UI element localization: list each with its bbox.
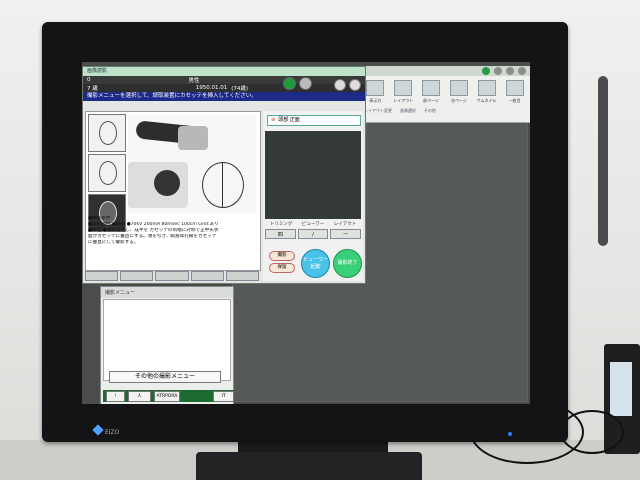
toolbar-header — [360, 66, 530, 76]
screen: 表示方 レイアウト 前ページ 次ページ サムネイル 一枚目 レイアウト変更 画像… — [82, 62, 530, 404]
tab-viewer[interactable]: ビューワー — [302, 221, 325, 227]
exam-dialog: 画像読影 0 男性 7 歳 1950.01.01 (74歳) 撮影メニューを選択… — [82, 66, 366, 284]
main-toolbar: 表示方 レイアウト 前ページ 次ページ サムネイル 一枚目 レイアウト変更 画像… — [360, 66, 530, 123]
monitor-stand-base — [196, 452, 422, 480]
circle-button-icon[interactable] — [334, 79, 346, 91]
shooting-menu-list[interactable] — [103, 299, 231, 381]
shoot-pill-button[interactable]: 撮影 — [269, 251, 295, 261]
thumbnail-positioning[interactable] — [88, 114, 126, 152]
nav-button[interactable] — [225, 271, 260, 281]
toolbar-button-first[interactable]: 一枚目 — [503, 80, 526, 104]
ratio-button[interactable]: 四 — [265, 229, 296, 239]
toolbar-group-label: その他 — [424, 108, 436, 113]
toolbar-button-next-page[interactable]: 次ページ — [447, 80, 470, 104]
cassette-figure — [178, 126, 208, 150]
toolbar-button-display[interactable]: 表示方 — [364, 80, 387, 104]
brand-logo: EIZO — [92, 419, 128, 436]
arrow-left-icon — [422, 80, 441, 96]
patient-name: 7 歳 — [87, 86, 98, 92]
mode-tabs: トリミング ビューワー レイアウト — [265, 221, 361, 227]
toolbar-button-layout[interactable]: レイアウト — [392, 80, 415, 104]
circle-button-icon[interactable] — [349, 79, 361, 91]
patient-row-1: 0 男性 — [83, 76, 365, 84]
toolbar-group-label: レイアウト変更 — [364, 108, 392, 113]
shooting-menu-panel: 撮影メニュー その他の撮影メニュー ! 人 ATRPORA IT — [100, 286, 234, 404]
nav-button[interactable] — [85, 271, 119, 281]
menu-panel: ⊕ 頭部 正面 トリミング ビューワー レイアウト 四 / ー 撮影 保留 ビュー… — [263, 111, 363, 281]
circle-button-icon[interactable] — [506, 67, 514, 75]
head-icon — [99, 121, 117, 145]
it-button[interactable]: IT — [213, 390, 234, 402]
positioning-guide: ●撮影条件 ●撮影部位:●頭部 ●70kV 200mA 80msec 100cm… — [85, 111, 261, 271]
other-menu-button[interactable]: その他の撮影メニュー — [109, 371, 221, 383]
menu-item-selected[interactable]: ⊕ 頭部 正面 — [267, 115, 361, 126]
arrow-right-icon — [449, 80, 468, 96]
tab-layout[interactable]: レイアウト — [334, 221, 357, 227]
gray-status-icon[interactable] — [299, 77, 312, 90]
thumbnail-icon — [477, 80, 496, 96]
viewer-launch-button[interactable]: ビューワー起動 — [301, 249, 330, 278]
cable — [560, 410, 624, 454]
exposure-conditions: ●撮影条件 ●撮影部位:●頭部 ●70kV 200mA 80msec 100cm… — [88, 216, 219, 245]
display-icon — [366, 80, 385, 96]
tab-trimming[interactable]: トリミング — [270, 221, 293, 227]
user-button[interactable]: 人 — [127, 390, 151, 402]
page-icon — [505, 80, 524, 96]
head-closeup-figure — [128, 162, 188, 208]
guide-nav-bar — [85, 271, 260, 281]
skull-diagram — [202, 162, 244, 208]
stylus-pen — [598, 76, 608, 246]
instruction-bar: 撮影メニューを選択して、読取装置にカセッテを挿入してください。 — [83, 92, 365, 101]
nav-button[interactable] — [190, 271, 224, 281]
toolbar-button-thumbnail[interactable]: サムネイル — [475, 80, 498, 104]
hold-pill-button[interactable]: 保留 — [269, 263, 295, 273]
patient-age: (74歳) — [231, 86, 249, 92]
dialog-title: 画像読影 — [83, 67, 365, 76]
nav-button[interactable] — [155, 271, 189, 281]
toolbar-button-prev-page[interactable]: 前ページ — [420, 80, 443, 104]
ratio-button[interactable]: / — [297, 229, 329, 239]
thumbnail-skull-outline[interactable] — [88, 154, 126, 192]
patient-row-2: 7 歳 1950.01.01 (74歳) — [83, 84, 365, 92]
info-button[interactable]: ! — [106, 390, 125, 402]
patient-gender: 男性 — [188, 78, 200, 84]
nav-button[interactable] — [120, 271, 154, 281]
arrow-right-icon: ⊕ — [271, 117, 276, 123]
atrpora-button[interactable]: ATRPORA — [153, 390, 181, 402]
patient-id: 0 — [87, 77, 91, 83]
skull-icon — [99, 161, 117, 185]
end-exam-button[interactable]: 撮影終了 — [333, 249, 362, 278]
bottom-action-bar: ! 人 ATRPORA IT — [103, 390, 234, 402]
positioning-illustration — [128, 114, 256, 214]
layout-icon — [394, 80, 413, 96]
circle-button-icon[interactable] — [518, 67, 526, 75]
patient-dob: 1950.01.01 — [195, 85, 228, 91]
shooting-menu-title: 撮影メニュー — [101, 287, 233, 298]
circle-button-icon[interactable] — [494, 67, 502, 75]
ratio-buttons: 四 / ー — [265, 229, 362, 239]
green-status-icon[interactable] — [283, 77, 296, 90]
ratio-button[interactable]: ー — [330, 229, 362, 239]
preview-panel — [265, 131, 361, 219]
status-green-icon[interactable] — [482, 67, 490, 75]
toolbar-group-label: 画像選択 — [400, 108, 416, 113]
power-led — [508, 432, 512, 436]
brand-logo-text: EIZO — [105, 429, 120, 436]
